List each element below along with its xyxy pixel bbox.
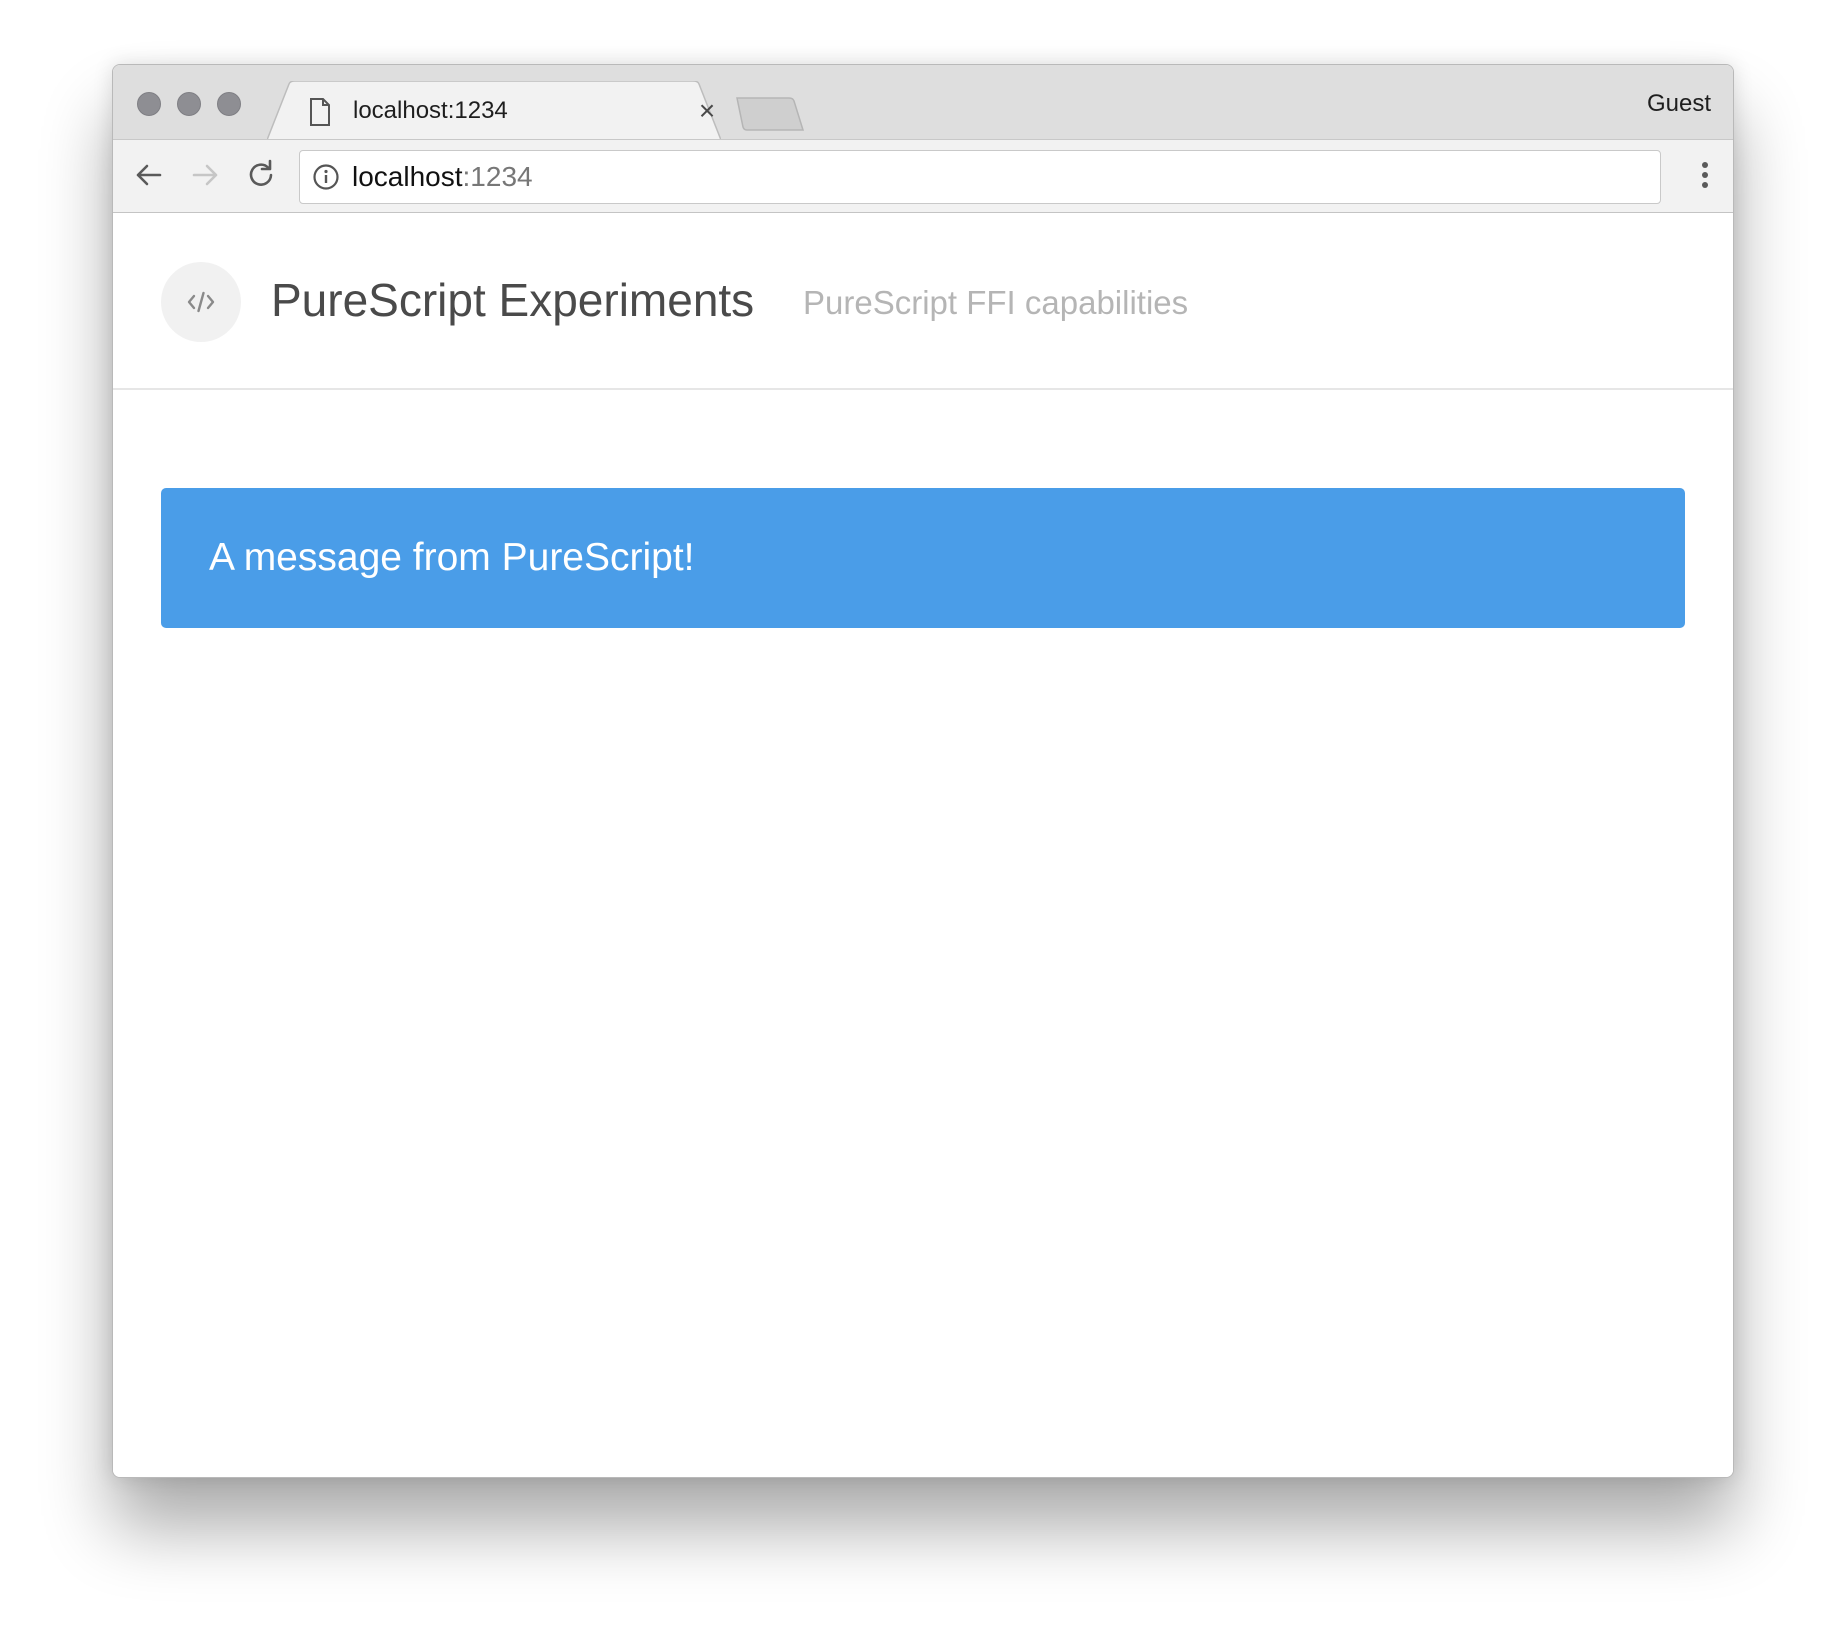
tab-title: localhost:1234 bbox=[353, 97, 508, 124]
code-icon bbox=[187, 291, 215, 313]
forward-arrow-icon[interactable] bbox=[187, 157, 223, 193]
profile-label[interactable]: Guest bbox=[1647, 88, 1711, 120]
back-arrow-icon[interactable] bbox=[131, 157, 167, 193]
browser-window: localhost:1234 × Guest localhost:1234 Pu… bbox=[112, 64, 1734, 1478]
page-subtitle: PureScript FFI capabilities bbox=[803, 284, 1189, 321]
notification-banner: A message from PureScript! bbox=[161, 488, 1685, 628]
tab-close-icon[interactable]: × bbox=[695, 95, 719, 127]
address-bar[interactable]: localhost:1234 bbox=[299, 150, 1661, 204]
reload-icon[interactable] bbox=[243, 157, 279, 193]
browser-toolbar: localhost:1234 bbox=[113, 139, 1733, 213]
web-page: PureScript Experiments PureScript FFI ca… bbox=[113, 213, 1733, 1477]
tab-strip: localhost:1234 × Guest bbox=[113, 65, 1733, 140]
site-logo bbox=[161, 262, 241, 342]
file-icon bbox=[309, 98, 331, 126]
notification-text: A message from PureScript! bbox=[209, 536, 695, 579]
more-vertical-icon[interactable] bbox=[1699, 159, 1711, 195]
new-tab-button[interactable] bbox=[735, 97, 805, 131]
screenshot-stage: localhost:1234 × Guest localhost:1234 Pu… bbox=[0, 0, 1838, 1632]
url-text[interactable]: localhost:1234 bbox=[352, 160, 533, 194]
page-title: PureScript Experiments bbox=[271, 274, 755, 326]
window-close-button[interactable] bbox=[137, 92, 161, 116]
active-tab[interactable]: localhost:1234 × bbox=[267, 81, 721, 140]
window-minimize-button[interactable] bbox=[177, 92, 201, 116]
window-zoom-button[interactable] bbox=[217, 92, 241, 116]
site-header: PureScript Experiments PureScript FFI ca… bbox=[113, 213, 1733, 390]
info-icon[interactable] bbox=[312, 163, 340, 191]
url-port: :1234 bbox=[462, 161, 533, 192]
url-host: localhost bbox=[352, 161, 463, 192]
